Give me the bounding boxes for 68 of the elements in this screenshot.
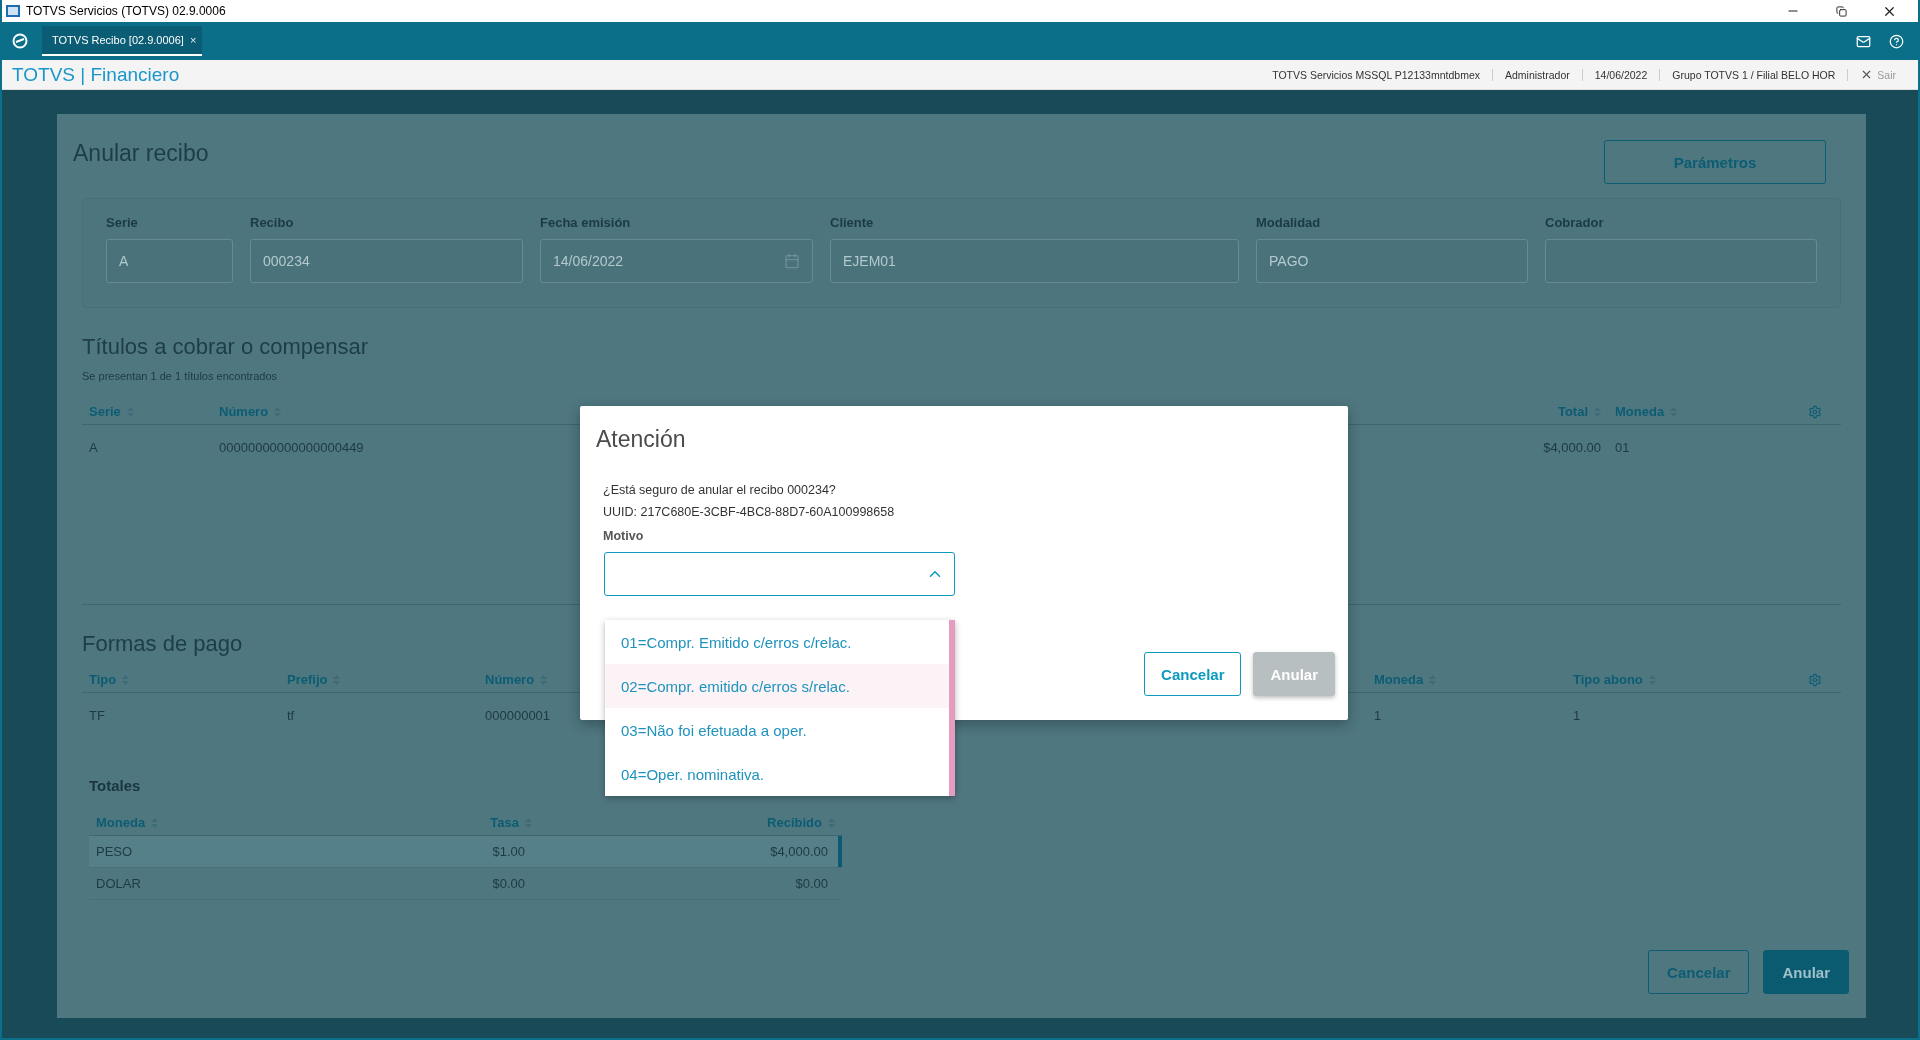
table-cell-text: 000000001	[484, 707, 552, 723]
mail-icon[interactable]	[1856, 33, 1871, 49]
column-header[interactable]: Tipo	[82, 672, 280, 687]
field-label: Fecha emisión	[540, 215, 632, 230]
table-cell-text: 00000000000000000449	[218, 439, 365, 455]
table-cell-text: tf	[286, 707, 296, 723]
field-label: Recibo	[250, 215, 295, 230]
totals-title: Totales	[89, 777, 142, 794]
header-info: TOTVS Servicios MSSQL P12133mntdbmex	[1260, 68, 1493, 81]
page-title: Anular recibo	[73, 140, 209, 167]
dropdown-option[interactable]: 04=Oper. nominativa.	[605, 752, 949, 796]
column-header[interactable]: Serie	[82, 404, 212, 419]
dropdown-option[interactable]: 01=Compr. Emitido c/erros c/relac.	[605, 620, 949, 664]
field-label: Modalidad	[1256, 215, 1322, 230]
input-field[interactable]: 14/06/2022	[540, 239, 813, 283]
table-cell-text: 1	[1373, 707, 1383, 723]
cancel-button[interactable]: Cancelar	[1648, 950, 1750, 994]
field-label: Serie	[106, 215, 139, 230]
column-header[interactable]: Prefijo	[280, 672, 478, 687]
column-header[interactable]: Moneda	[1367, 672, 1566, 687]
column-header[interactable]: Total	[1448, 404, 1608, 419]
column-header[interactable]: Tasa	[439, 815, 539, 830]
table-cell-text: 1	[1572, 707, 1582, 723]
field-label: Cobrador	[1545, 215, 1605, 230]
field-label: Motivo	[603, 529, 645, 543]
select-field[interactable]	[604, 552, 955, 596]
input-field[interactable]	[1545, 239, 1817, 283]
header-info: 14/06/2022	[1582, 68, 1661, 81]
tab[interactable]: TOTVS Recibo [02.9.0006] ×	[42, 26, 203, 56]
tab-close[interactable]: ×	[189, 34, 197, 46]
confirm-button[interactable]: Anular	[1763, 950, 1849, 994]
results-count: Se presentan 1 de 1 títulos encontrados	[82, 370, 279, 382]
column-header[interactable]: Número	[212, 404, 1448, 419]
app-title: TOTVS | Financiero	[12, 63, 180, 86]
input-field[interactable]: EJEM01	[830, 239, 1239, 283]
section-title: Títulos a cobrar o compensar	[82, 334, 369, 360]
logout-button[interactable]: Sair	[1848, 68, 1908, 81]
uuid-text: UUID: 217C680E-3CBF-4BC8-88D7-60A100998658	[603, 505, 896, 519]
input-field[interactable]: 000234	[250, 239, 523, 283]
scrollbar-thumb[interactable]	[949, 620, 955, 796]
table-cell-text: A	[88, 439, 99, 455]
table-cell-text: TF	[88, 707, 106, 723]
column-header[interactable]: Tipo abono	[1566, 672, 1808, 687]
field-label: Cliente	[830, 215, 875, 230]
header-info: Grupo TOTVS 1 / Filial BELO HOR	[1660, 68, 1849, 81]
table-cell-text: 01	[1614, 439, 1631, 455]
window-title: TOTVS Servicios (TOTVS) 02.9.0006	[26, 4, 227, 18]
section-title: Formas de pago	[82, 631, 243, 657]
column-header[interactable]: Recibido	[539, 815, 842, 830]
column-header[interactable]: Moneda	[89, 815, 439, 830]
logo-icon	[12, 33, 28, 49]
parameters-button[interactable]: Parámetros	[1604, 140, 1826, 184]
dialog-title: Atención	[596, 426, 687, 453]
calendar-icon[interactable]	[784, 253, 800, 269]
header-info: Administrador	[1492, 68, 1583, 81]
settings-icon[interactable]	[1808, 404, 1822, 419]
table-row[interactable]: DOLAR $0.00 $0.00	[89, 868, 842, 900]
app-icon	[6, 5, 20, 17]
dropdown-option[interactable]: 02=Compr. emitido c/erros s/relac.	[605, 664, 949, 708]
input-field[interactable]: A	[106, 239, 233, 283]
dialog-message: ¿Está seguro de anular el recibo 000234?	[603, 483, 837, 497]
column-header[interactable]: Moneda	[1608, 404, 1808, 419]
input-field[interactable]: PAGO	[1256, 239, 1528, 283]
cancel-button[interactable]: Cancelar	[1144, 652, 1242, 696]
help-icon[interactable]	[1889, 33, 1904, 49]
table-row[interactable]: PESO $1.00 $4,000.00	[89, 836, 842, 868]
settings-icon[interactable]	[1808, 672, 1822, 687]
table-cell-text: $4,000.00	[1542, 439, 1602, 455]
